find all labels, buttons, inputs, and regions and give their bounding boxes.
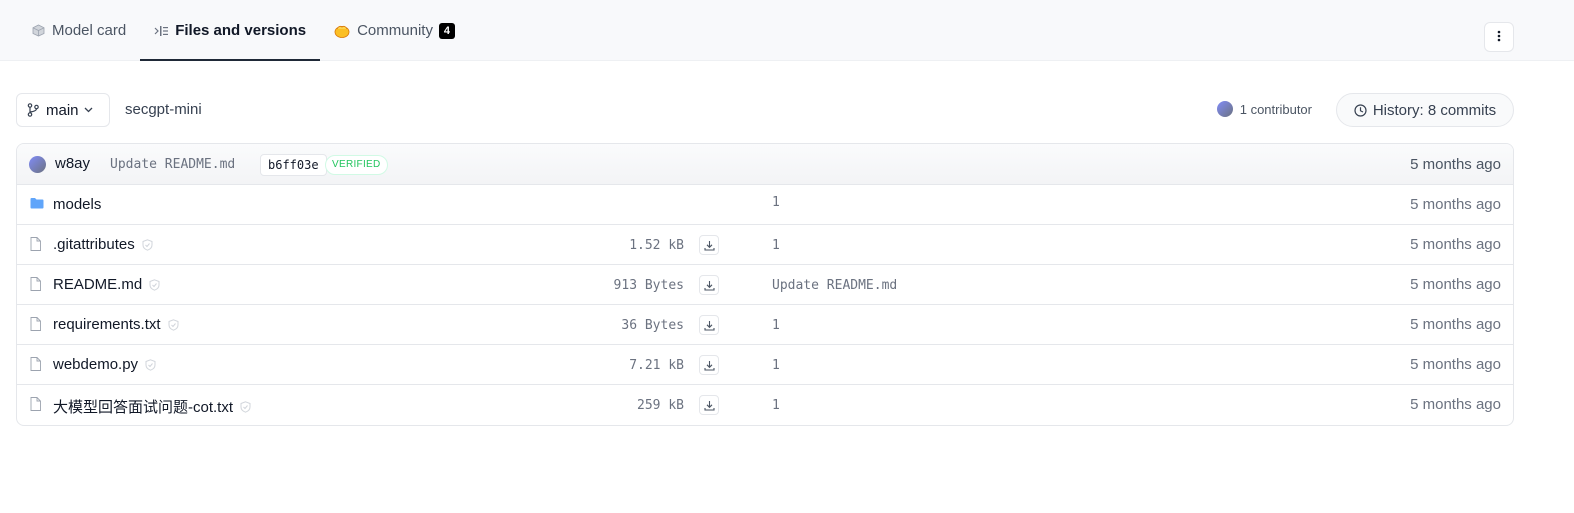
file-row: README.md 913 Bytes Update README.md 5 m… [17,265,1513,305]
file-size: 7.21 kB [629,358,684,373]
file-commit-message[interactable]: Update README.md [772,278,897,293]
file-time: 5 months ago [1410,196,1501,213]
shield-icon[interactable] [142,238,153,251]
download-icon [703,240,715,251]
download-icon [703,400,715,411]
commit-message[interactable]: Update README.md [110,157,235,172]
history-button[interactable]: History: 8 commits [1336,93,1514,127]
history-label: History: 8 commits [1372,101,1497,119]
tab-label: Files and versions [175,22,307,39]
author-avatar[interactable] [29,156,46,173]
file-name-link[interactable]: models [53,196,101,213]
file-name: 大模型回答面试问题-cot.txt [53,399,234,416]
contributors-label: 1 contributor [1239,101,1312,117]
download-icon [703,360,715,371]
file-name: .gitattributes [53,236,135,253]
file-name: requirements.txt [53,316,161,333]
repo-path-breadcrumb[interactable]: secgpt-mini [125,101,202,118]
more-options-button[interactable] [1484,22,1514,52]
file-size: 913 Bytes [613,278,684,293]
file-row: .gitattributes 1.52 kB 1 5 months ago [17,225,1513,265]
file-row: requirements.txt 36 Bytes 1 5 months ago [17,305,1513,345]
file-name-link[interactable]: webdemo.py [53,356,156,373]
top-tab-bar: Model card Files and versions Community … [0,0,1574,61]
file-size: 259 kB [637,398,684,413]
file-row: models 1 5 months ago [17,185,1513,225]
folder-icon [30,197,44,209]
file-icon [30,317,41,331]
tab-model-card[interactable]: Model card [18,0,140,61]
contributor-avatar [1216,101,1233,117]
file-commit-message[interactable]: 1 [772,358,780,373]
vertical-dots-icon [1497,29,1501,46]
clock-icon [1354,103,1367,117]
download-icon [703,320,715,331]
download-button[interactable] [699,315,719,335]
download-button[interactable] [699,395,719,415]
file-icon [30,277,41,291]
file-size: 36 Bytes [621,318,684,333]
file-row: 大模型回答面试问题-cot.txt 259 kB 1 5 months ago [17,385,1513,425]
file-time: 5 months ago [1410,236,1501,253]
file-icon [30,397,41,411]
file-icon [30,237,41,251]
file-commit-message[interactable]: 1 [772,398,780,413]
commit-hash[interactable]: b6ff03e [260,154,327,176]
git-branch-icon [27,103,39,117]
file-commit-message[interactable]: 1 [772,318,780,333]
download-icon [703,280,715,291]
shield-icon[interactable] [168,318,179,331]
tab-files-and-versions[interactable]: Files and versions [140,0,321,61]
branch-path-row: main secgpt-mini 1 contributor History: … [16,93,1514,127]
file-name: models [53,196,102,213]
file-row: webdemo.py 7.21 kB 1 5 months ago [17,345,1513,385]
file-name-link[interactable]: README.md [53,276,160,293]
contributors-link[interactable]: 1 contributor [1216,101,1312,117]
shield-icon[interactable] [145,358,156,371]
commit-author[interactable]: w8ay [55,155,90,172]
branch-label: main [46,101,79,119]
file-name-link[interactable]: 大模型回答面试问题-cot.txt [53,396,251,417]
repo-tabs: Model card Files and versions Community … [18,0,469,61]
tab-community[interactable]: Community 4 [320,0,469,61]
file-name-link[interactable]: .gitattributes [53,236,153,253]
file-table: w8ay Update README.md b6ff03e VERIFIED 5… [16,143,1514,426]
file-commit-message[interactable]: 1 [772,195,780,210]
commit-time: 5 months ago [1410,156,1501,173]
download-button[interactable] [699,275,719,295]
shield-icon[interactable] [240,400,251,413]
file-icon [30,357,41,371]
download-button[interactable] [699,355,719,375]
file-name: README.md [53,276,143,293]
community-count-badge: 4 [438,22,455,39]
file-time: 5 months ago [1410,356,1501,373]
download-button[interactable] [699,235,719,255]
file-time: 5 months ago [1410,276,1501,293]
branch-selector-button[interactable]: main [16,93,110,127]
file-size: 1.52 kB [629,238,684,253]
hand-icon [334,24,350,38]
verified-badge: VERIFIED [325,155,388,175]
files-icon [154,25,169,37]
tab-label: Model card [52,22,127,39]
tab-label: Community [357,22,433,39]
last-commit-row: w8ay Update README.md b6ff03e VERIFIED 5… [17,144,1513,185]
cube-icon [32,24,45,37]
file-name: webdemo.py [53,356,139,373]
chevron-down-icon [84,107,93,113]
file-name-link[interactable]: requirements.txt [53,316,179,333]
shield-icon[interactable] [149,278,160,291]
file-commit-message[interactable]: 1 [772,238,780,253]
file-time: 5 months ago [1410,396,1501,413]
file-time: 5 months ago [1410,316,1501,333]
